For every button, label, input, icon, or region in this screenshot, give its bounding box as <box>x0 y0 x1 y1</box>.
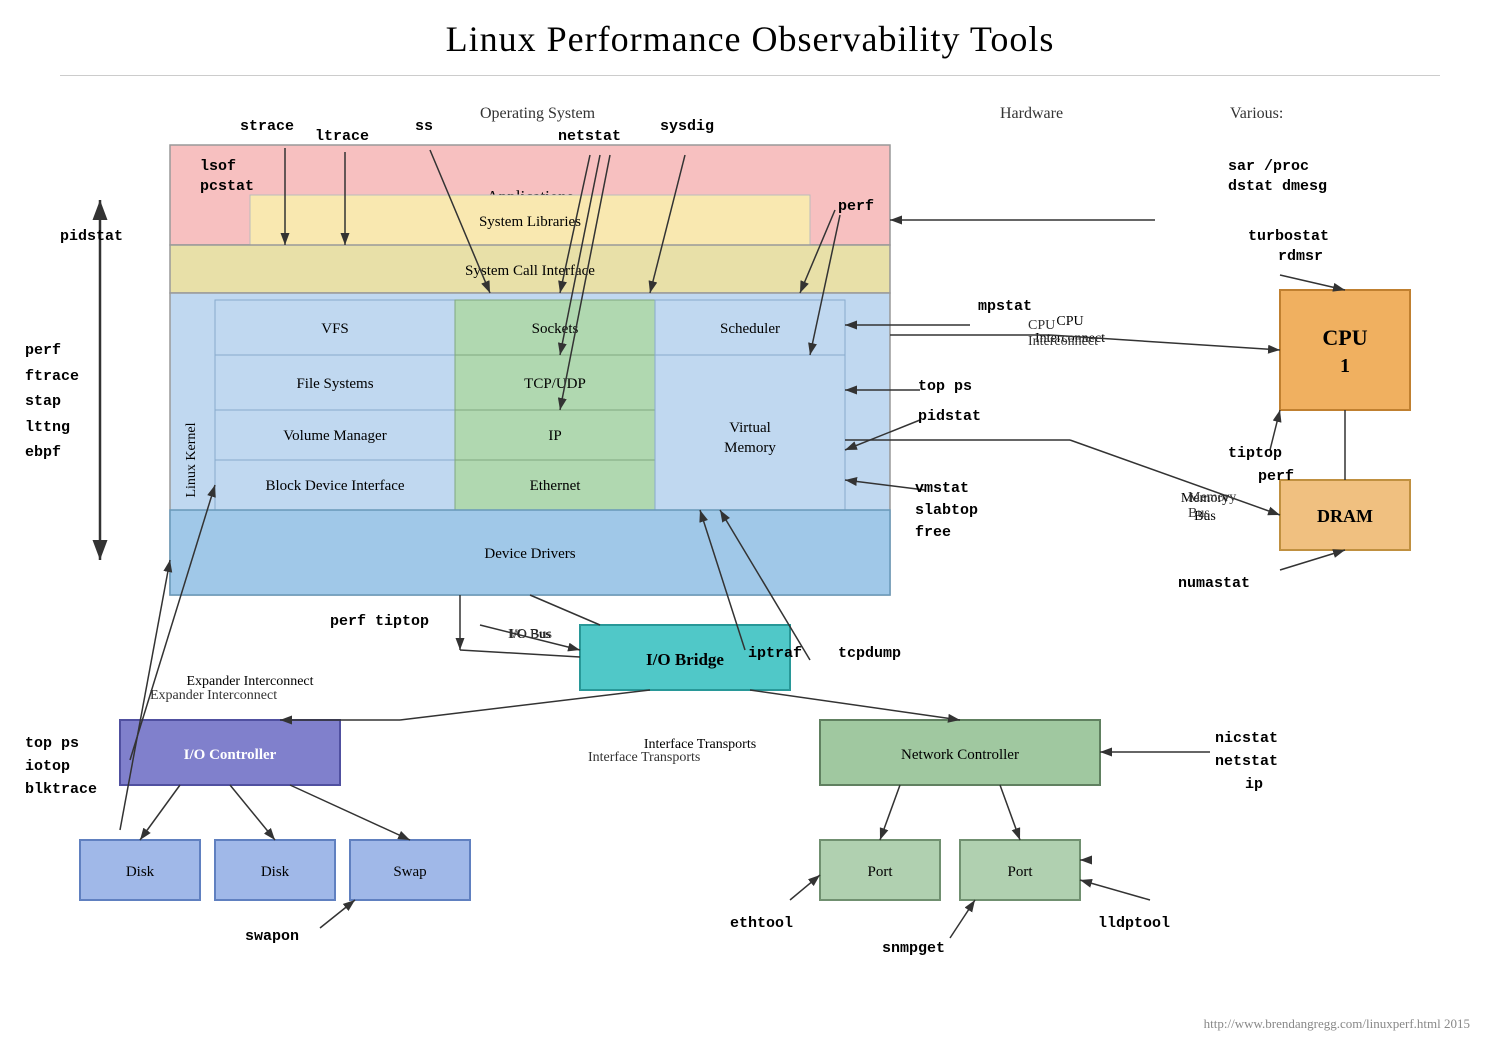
tool-netstat-bot: netstat <box>1215 753 1278 770</box>
svg-text:1: 1 <box>1340 355 1350 377</box>
svg-text:Ethernet: Ethernet <box>530 478 582 494</box>
tool-snmpget: snmpget <box>882 940 945 957</box>
svg-text:Applications: Applications <box>487 187 574 206</box>
cpu-interconnect-label: CPUInterconnect <box>1028 318 1098 350</box>
tool-sysdig: sysdig <box>660 118 714 135</box>
tool-mpstat: mpstat <box>978 298 1032 315</box>
svg-text:IP: IP <box>548 428 561 444</box>
svg-text:VFS: VFS <box>321 321 349 337</box>
tool-perf-tiptop: perf tiptop <box>330 613 429 630</box>
tool-tiptop: tiptop <box>1228 445 1282 462</box>
svg-text:CPU: CPU <box>1322 325 1367 350</box>
svg-text:I/O Controller: I/O Controller <box>184 747 277 763</box>
page-title: Linux Performance Observability Tools <box>0 0 1500 70</box>
svg-text:Sockets: Sockets <box>532 321 579 337</box>
tool-vmstat: vmstat <box>915 480 969 497</box>
various-section-label: Various: <box>1230 105 1283 123</box>
tool-ethtool: ethtool <box>730 915 793 932</box>
tool-perf-hw: perf <box>1258 468 1294 485</box>
hw-section-label: Hardware <box>1000 105 1063 123</box>
tool-netstat-top: netstat <box>558 128 621 145</box>
tool-nicstat: nicstat <box>1215 730 1278 747</box>
svg-text:File Systems: File Systems <box>296 376 373 392</box>
tool-rdmsr: rdmsr <box>1278 248 1323 265</box>
tool-pidstat-right: pidstat <box>918 408 981 425</box>
svg-text:Swap: Swap <box>393 864 426 880</box>
expander-label: Expander Interconnect <box>150 688 277 704</box>
footnote: http://www.brendangregg.com/linuxperf.ht… <box>1204 1016 1470 1032</box>
tool-ss: ss <box>415 118 433 135</box>
tool-tcpdump: tcpdump <box>838 645 901 662</box>
tool-free: free <box>915 524 951 541</box>
tool-perf-ftrace: perfftracestaplttngebpf <box>25 338 79 466</box>
svg-text:Device Drivers: Device Drivers <box>484 546 575 562</box>
tool-numastat: numastat <box>1178 575 1250 592</box>
svg-text:Port: Port <box>1007 864 1033 880</box>
tool-sar-proc: sar /proc <box>1228 158 1309 175</box>
tool-top-ps: top ps <box>918 378 972 395</box>
title-divider <box>60 75 1440 76</box>
svg-text:DRAM: DRAM <box>1317 506 1373 526</box>
svg-text:Network Controller: Network Controller <box>901 747 1019 763</box>
io-bus-label: I/O Bus <box>508 627 552 643</box>
tool-slabtop: slabtop <box>915 502 978 519</box>
svg-text:Linux Kernel: Linux Kernel <box>184 422 199 497</box>
tool-perf-right: perf <box>838 198 874 215</box>
svg-text:Scheduler: Scheduler <box>720 321 780 337</box>
tool-pidstat-left: pidstat <box>60 228 123 245</box>
svg-text:Virtual: Virtual <box>729 420 771 436</box>
svg-text:System Libraries: System Libraries <box>479 214 581 230</box>
svg-text:Volume Manager: Volume Manager <box>283 428 386 444</box>
tool-ltrace: ltrace <box>315 128 369 145</box>
svg-text:Disk: Disk <box>261 864 290 880</box>
tool-iotop: iotop <box>25 758 70 775</box>
tool-iostat: top ps <box>25 735 79 752</box>
svg-text:TCP/UDP: TCP/UDP <box>524 376 586 392</box>
svg-text:Disk: Disk <box>126 864 155 880</box>
tool-dstat-dmesg: dstat dmesg <box>1228 178 1327 195</box>
svg-text:Expander Interconnect: Expander Interconnect <box>186 674 313 689</box>
tool-pcstat: pcstat <box>200 178 254 195</box>
svg-text:Port: Port <box>867 864 893 880</box>
tool-lsof: lsof <box>200 158 236 175</box>
svg-text:I/O Bridge: I/O Bridge <box>646 650 724 669</box>
tool-strace: strace <box>240 118 294 135</box>
tool-ip: ip <box>1245 776 1263 793</box>
memory-bus-label: MemoryBus <box>1188 490 1236 522</box>
tool-blktrace: blktrace <box>25 781 97 798</box>
tool-iptraf: iptraf <box>748 645 802 662</box>
tool-turbostat: turbostat <box>1248 228 1329 245</box>
interface-transports-label: Interface Transports <box>588 750 700 766</box>
tool-lldptool: lldptool <box>1098 915 1170 932</box>
tool-swapon: swapon <box>245 928 299 945</box>
svg-text:Memory: Memory <box>724 440 776 456</box>
svg-text:System Call Interface: System Call Interface <box>465 263 595 279</box>
svg-text:Block Device Interface: Block Device Interface <box>265 478 404 494</box>
os-section-label: Operating System <box>480 105 595 123</box>
